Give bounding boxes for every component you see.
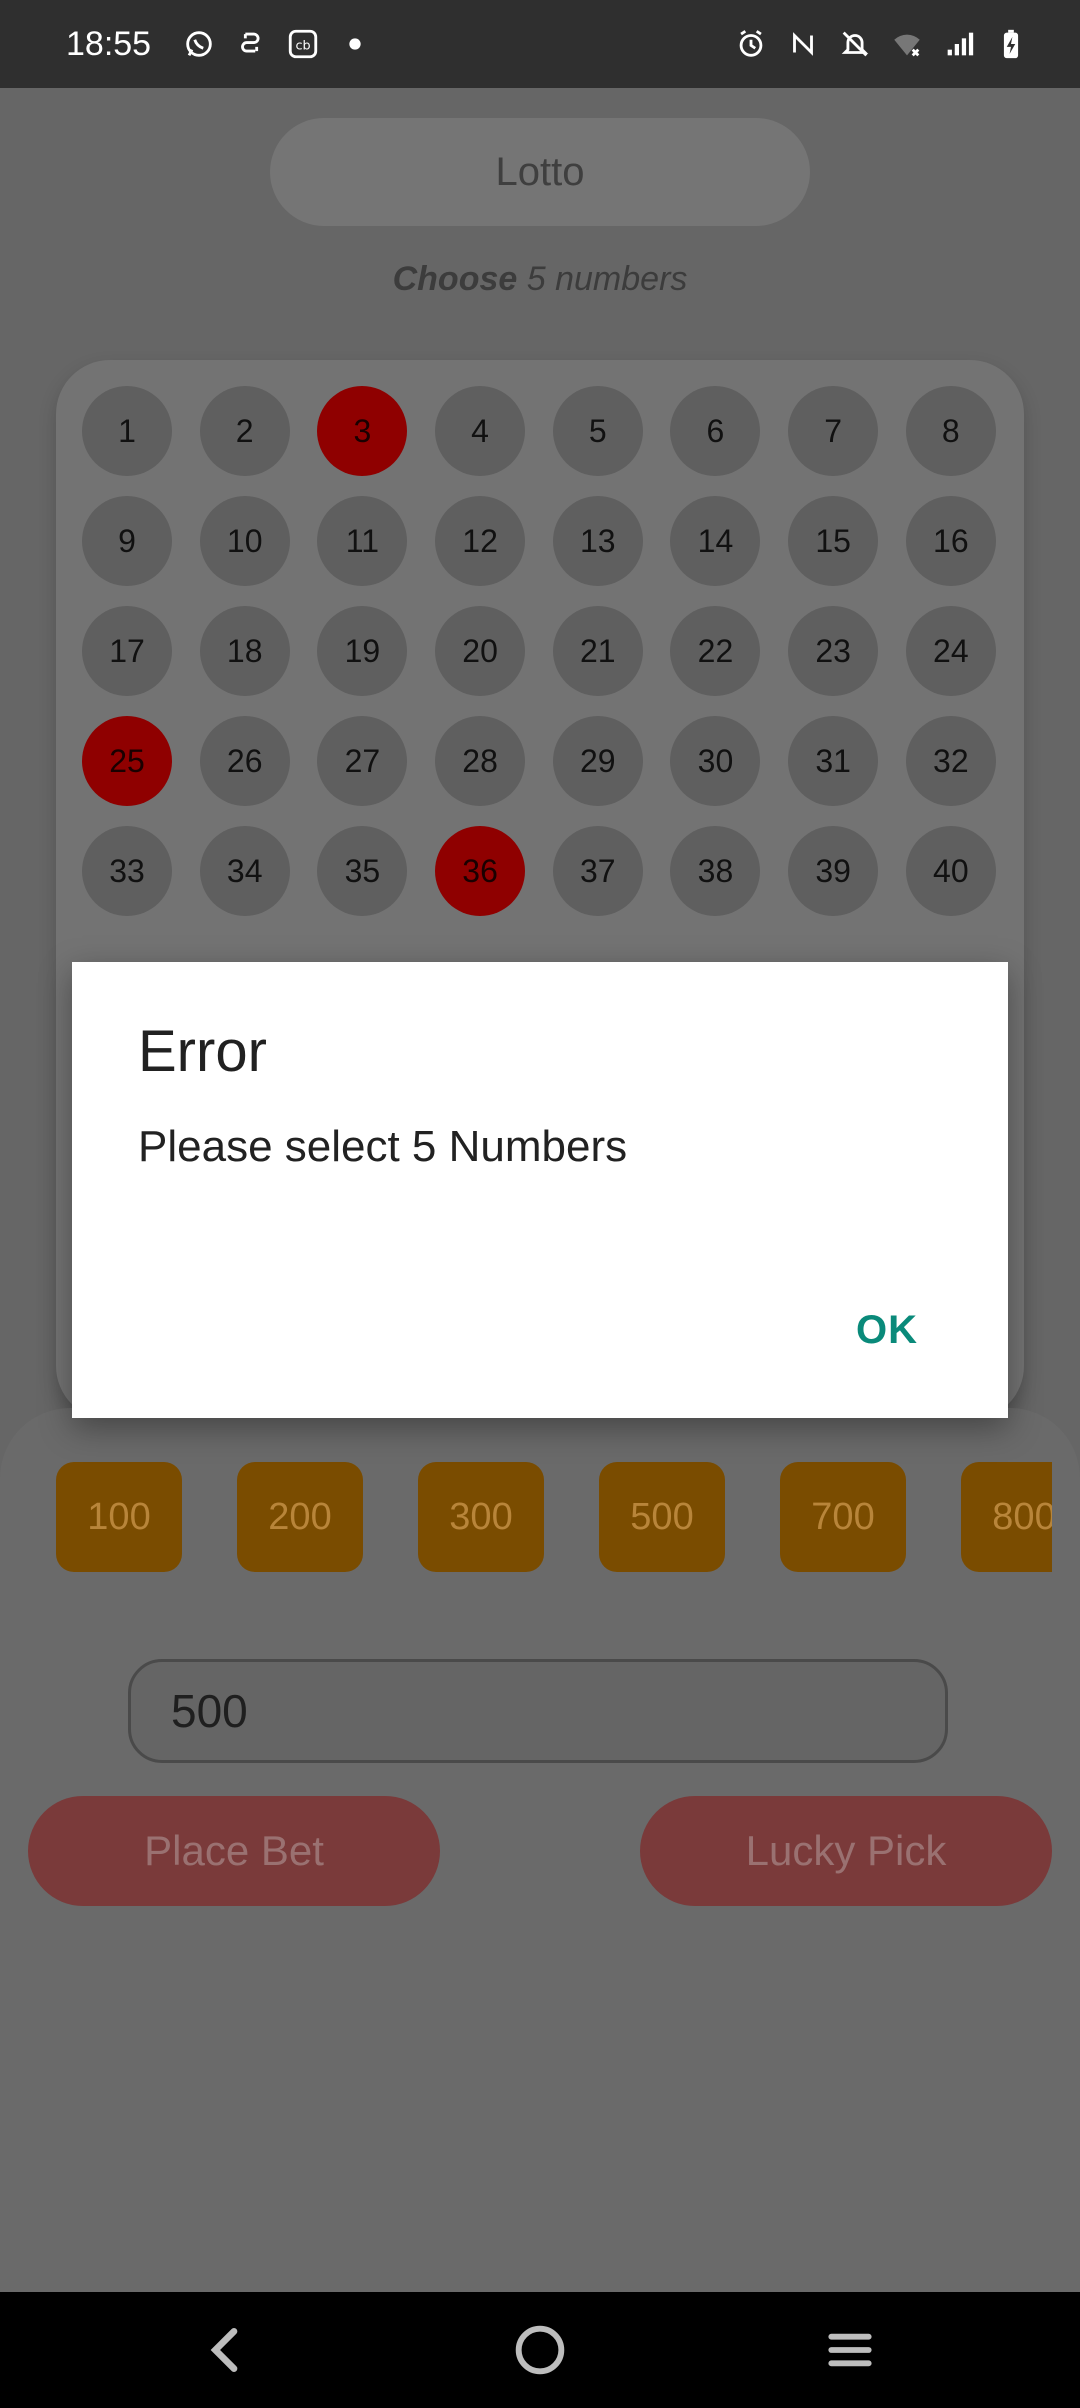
alarm-icon <box>734 27 768 61</box>
navigation-bar <box>0 2292 1080 2408</box>
number-ball[interactable]: 6 <box>670 386 761 476</box>
number-ball[interactable]: 17 <box>82 606 172 696</box>
number-ball[interactable]: 33 <box>82 826 172 916</box>
amount-chip[interactable]: 500 <box>599 1462 725 1572</box>
battery-charging-icon <box>994 27 1028 61</box>
number-ball[interactable]: 1 <box>82 386 172 476</box>
number-ball[interactable]: 9 <box>82 496 172 586</box>
home-icon[interactable] <box>480 2292 600 2408</box>
number-ball[interactable]: 22 <box>670 606 761 696</box>
dialog-message: Please select 5 Numbers <box>138 1122 628 1171</box>
dialog-title: Error <box>138 1019 267 1084</box>
number-ball[interactable]: 26 <box>199 716 290 806</box>
number-ball[interactable]: 38 <box>670 826 761 916</box>
number-ball[interactable]: 8 <box>905 386 996 476</box>
whatsapp-icon <box>182 27 216 61</box>
number-ball[interactable]: 21 <box>552 606 643 696</box>
number-ball[interactable]: 19 <box>317 606 408 696</box>
number-ball[interactable]: 12 <box>435 496 526 586</box>
amount-chip[interactable]: 200 <box>237 1462 363 1572</box>
number-ball[interactable]: 31 <box>788 716 879 806</box>
number-grid: 1 2 3 4 5 6 7 8 9 10 11 12 13 14 15 16 17 18 19 20 21 22 23 24 2… <box>82 386 1002 916</box>
place-bet-button[interactable]: Place Bet <box>28 1796 440 1906</box>
status-bar: 18:55 cb <box>0 0 1080 88</box>
number-ball[interactable]: 39 <box>788 826 879 916</box>
bet-panel: 100 200 300 500 700 800 500 Place Bet Lucky P… <box>0 1408 1080 2292</box>
number-ball[interactable]: 15 <box>788 496 879 586</box>
number-ball[interactable]: 11 <box>317 496 408 586</box>
number-ball[interactable]: 37 <box>552 826 643 916</box>
number-ball[interactable]: 4 <box>435 386 526 476</box>
number-ball[interactable]: 18 <box>199 606 290 696</box>
choose-instruction: Choose 5 numbers <box>0 260 1080 299</box>
amount-chip-row[interactable]: 100 200 300 500 700 800 <box>56 1462 1052 1572</box>
number-ball[interactable]: 5 <box>552 386 643 476</box>
dot-icon <box>338 27 372 61</box>
nfc-icon <box>786 27 820 61</box>
number-ball[interactable]: 27 <box>317 716 408 806</box>
number-ball[interactable]: 2 <box>199 386 290 476</box>
wifi-off-icon <box>890 27 924 61</box>
number-ball[interactable]: 32 <box>905 716 996 806</box>
cb-app-icon: cb <box>286 27 320 61</box>
number-ball[interactable]: 23 <box>788 606 879 696</box>
bell-off-icon <box>838 27 872 61</box>
amount-chip[interactable]: 300 <box>418 1462 544 1572</box>
amount-chip[interactable]: 700 <box>780 1462 906 1572</box>
menu-icon[interactable] <box>790 2292 910 2408</box>
number-ball[interactable]: 36 <box>435 826 526 916</box>
number-ball[interactable]: 30 <box>670 716 761 806</box>
number-ball[interactable]: 40 <box>905 826 996 916</box>
signal-icon <box>942 27 976 61</box>
amount-chip[interactable]: 100 <box>56 1462 182 1572</box>
status-left-icons: cb <box>182 24 372 64</box>
number-ball[interactable]: 29 <box>552 716 643 806</box>
number-ball[interactable]: 24 <box>905 606 996 696</box>
number-ball[interactable]: 14 <box>670 496 761 586</box>
number-ball[interactable]: 20 <box>435 606 526 696</box>
number-ball[interactable]: 34 <box>199 826 290 916</box>
sync-icon <box>234 27 268 61</box>
number-ball[interactable]: 3 <box>317 386 408 476</box>
dialog-ok-button[interactable]: OK <box>856 1308 918 1353</box>
number-ball[interactable]: 25 <box>82 716 172 806</box>
svg-text:cb: cb <box>295 39 310 54</box>
number-ball[interactable]: 7 <box>788 386 879 476</box>
status-time: 18:55 <box>66 25 152 63</box>
error-dialog: Error Please select 5 Numbers OK <box>72 962 1008 1418</box>
number-ball[interactable]: 16 <box>905 496 996 586</box>
choose-prefix: Choose <box>392 260 518 298</box>
lotto-screen: 18:55 cb Lotto Choose 5 numbers 1 2 3 4 … <box>0 0 1080 2408</box>
bet-amount-field[interactable]: 500 <box>128 1659 948 1763</box>
amount-chip[interactable]: 800 <box>961 1462 1052 1572</box>
lucky-pick-button[interactable]: Lucky Pick <box>640 1796 1052 1906</box>
number-ball[interactable]: 35 <box>317 826 408 916</box>
number-ball[interactable]: 10 <box>199 496 290 586</box>
status-right-icons <box>734 22 1028 66</box>
game-title: Lotto <box>270 118 810 226</box>
number-ball[interactable]: 28 <box>435 716 526 806</box>
number-ball[interactable]: 13 <box>552 496 643 586</box>
choose-count: 5 numbers <box>526 260 688 298</box>
back-icon[interactable] <box>166 2292 286 2408</box>
